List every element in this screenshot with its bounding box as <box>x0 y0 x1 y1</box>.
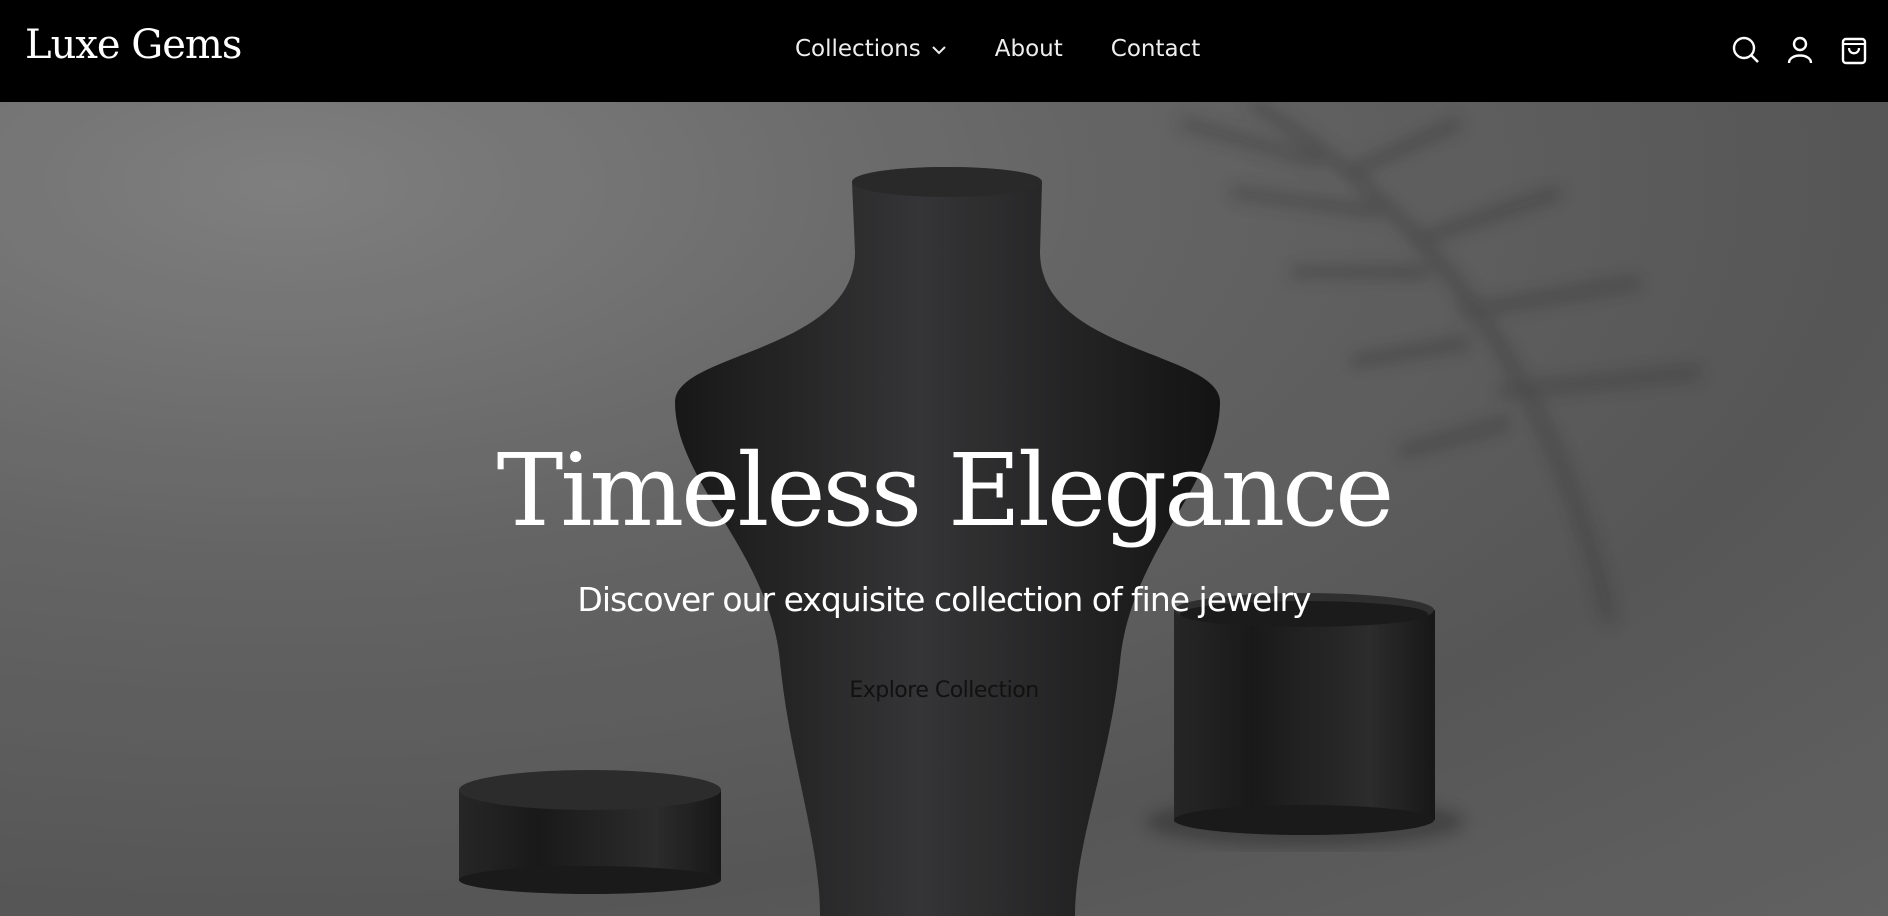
explore-collection-button[interactable]: Explore Collection <box>843 677 1044 704</box>
user-icon[interactable] <box>1784 34 1816 70</box>
main-nav: Collections About Contact <box>795 36 1200 62</box>
hero-banner: Timeless Elegance Discover our exquisite… <box>0 102 1888 916</box>
search-icon[interactable] <box>1730 34 1762 70</box>
nav-about[interactable]: About <box>995 36 1063 62</box>
chevron-down-icon <box>931 36 947 62</box>
shopping-bag-icon[interactable] <box>1838 34 1870 70</box>
nav-collections-label: Collections <box>795 36 921 62</box>
site-header: Luxe Gems Collections About Contact <box>0 0 1888 103</box>
nav-collections[interactable]: Collections <box>795 36 947 62</box>
nav-contact[interactable]: Contact <box>1111 36 1200 62</box>
header-icons <box>1730 34 1870 70</box>
hero-title: Timeless Elegance <box>496 432 1395 549</box>
hero-subtitle: Discover our exquisite collection of fin… <box>577 580 1311 619</box>
logo[interactable]: Luxe Gems <box>25 22 242 68</box>
